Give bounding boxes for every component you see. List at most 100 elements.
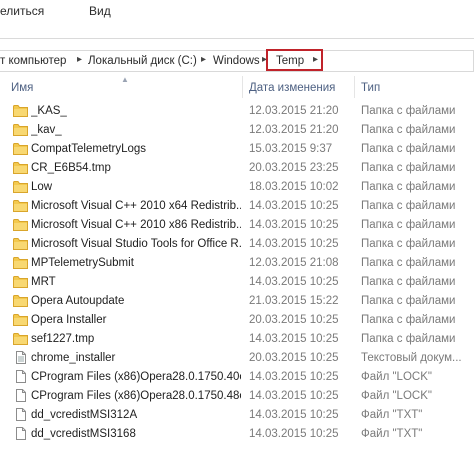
file-date: 14.03.2015 10:25 xyxy=(249,200,339,212)
file-row[interactable]: MPTelemetrySubmit 12.03.2015 21:08 Папка с… xyxy=(0,254,474,273)
file-row[interactable]: Microsoft Visual Studio Tools for Office… xyxy=(0,235,474,254)
file-name: MRT xyxy=(31,276,56,288)
file-date: 14.03.2015 10:25 xyxy=(249,238,339,250)
file-row[interactable]: Microsoft Visual C++ 2010 x86 Redistrib.… xyxy=(0,216,474,235)
folder-icon xyxy=(13,218,28,231)
breadcrumb-windows[interactable]: Windows xyxy=(213,55,260,67)
file-type: Папка с файлами xyxy=(361,238,456,250)
file-row[interactable]: sef1227.tmp 14.03.2015 10:25 Папка с файла… xyxy=(0,330,474,349)
file-date: 14.03.2015 10:25 xyxy=(249,428,339,440)
file-row[interactable]: chrome_installer 20.03.2015 10:25 Текстовы… xyxy=(0,349,474,368)
file-row[interactable]: dd_vcredistMSI3168 14.03.2015 10:25 Файл "… xyxy=(0,425,474,444)
folder-icon xyxy=(13,275,28,288)
file-date: 20.03.2015 10:25 xyxy=(249,352,339,364)
file-list: _KAS_ 12.03.2015 21:20 Папка с файлами _kav… xyxy=(0,102,474,444)
tab-view[interactable]: Вид xyxy=(89,4,111,18)
chevron-right-icon[interactable]: ▸ xyxy=(201,54,206,65)
file-icon xyxy=(13,370,28,383)
folder-icon xyxy=(13,199,28,212)
file-name: CProgram Files (x86)Opera28.0.1750.40op.… xyxy=(31,371,241,383)
column-divider[interactable] xyxy=(354,76,355,98)
file-name: _kav_ xyxy=(31,124,62,136)
file-row[interactable]: CProgram Files (x86)Opera28.0.1750.40op.… xyxy=(0,368,474,387)
file-type: Файл "TXT" xyxy=(361,409,423,421)
folder-icon xyxy=(13,332,28,345)
file-row[interactable]: MRT 14.03.2015 10:25 Папка с файлами xyxy=(0,273,474,292)
file-row[interactable]: _kav_ 12.03.2015 21:20 Папка с файлами xyxy=(0,121,474,140)
file-type: Папка с файлами xyxy=(361,219,456,231)
file-type: Файл "LOCK" xyxy=(361,390,432,402)
file-type: Папка с файлами xyxy=(361,295,456,307)
file-row[interactable]: _KAS_ 12.03.2015 21:20 Папка с файлами xyxy=(0,102,474,121)
breadcrumb-temp[interactable]: Temp xyxy=(276,55,304,67)
column-name[interactable]: Имя xyxy=(11,82,33,94)
file-type: Папка с файлами xyxy=(361,143,456,155)
file-name: Opera Autoupdate xyxy=(31,295,125,307)
file-date: 12.03.2015 21:08 xyxy=(249,257,339,269)
file-icon xyxy=(13,389,28,402)
file-date: 14.03.2015 10:25 xyxy=(249,276,339,288)
file-date: 12.03.2015 21:20 xyxy=(249,105,339,117)
file-row[interactable]: Opera Autoupdate 21.03.2015 15:22 Папка с … xyxy=(0,292,474,311)
file-type: Папка с файлами xyxy=(361,257,456,269)
file-type: Папка с файлами xyxy=(361,105,456,117)
folder-icon xyxy=(13,237,28,250)
file-type: Файл "TXT" xyxy=(361,428,423,440)
file-name: dd_vcredistMSI312A xyxy=(31,409,138,421)
file-date: 20.03.2015 23:25 xyxy=(249,162,339,174)
file-name: Low xyxy=(31,181,53,193)
file-date: 18.03.2015 10:02 xyxy=(249,181,339,193)
file-name: Microsoft Visual Studio Tools for Office… xyxy=(31,238,241,250)
file-row[interactable]: Low 18.03.2015 10:02 Папка с файлами xyxy=(0,178,474,197)
file-type: Папка с файлами xyxy=(361,276,456,288)
file-name: CProgram Files (x86)Opera28.0.1750.48op.… xyxy=(31,390,241,402)
tab-share[interactable]: елиться xyxy=(0,4,44,18)
file-name: Opera Installer xyxy=(31,314,107,326)
file-type: Папка с файлами xyxy=(361,314,456,326)
file-date: 14.03.2015 10:25 xyxy=(249,409,339,421)
file-date: 14.03.2015 10:25 xyxy=(249,333,339,345)
folder-icon xyxy=(13,180,28,193)
folder-icon xyxy=(13,123,28,136)
chevron-right-icon[interactable]: ▸ xyxy=(77,54,82,65)
file-name: dd_vcredistMSI3168 xyxy=(31,428,136,440)
file-icon xyxy=(13,427,28,440)
breadcrumb-local-disk[interactable]: Локальный диск (C:) xyxy=(88,55,197,67)
text-document-icon xyxy=(13,351,28,364)
file-name: MPTelemetrySubmit xyxy=(31,257,134,269)
file-type: Папка с файлами xyxy=(361,162,456,174)
file-type: Файл "LOCK" xyxy=(361,371,432,383)
file-name: CR_E6B54.tmp xyxy=(31,162,111,174)
folder-icon xyxy=(13,294,28,307)
column-divider[interactable] xyxy=(242,76,243,98)
file-date: 15.03.2015 9:37 xyxy=(249,143,333,155)
file-type: Папка с файлами xyxy=(361,200,456,212)
ribbon-tabs: елиться Вид xyxy=(0,0,474,39)
file-name: Microsoft Visual C++ 2010 x64 Redistrib.… xyxy=(31,200,241,212)
file-row[interactable]: dd_vcredistMSI312A 14.03.2015 10:25 Файл "… xyxy=(0,406,474,425)
chevron-right-icon[interactable]: ▸ xyxy=(313,54,318,65)
file-row[interactable]: Opera Installer 20.03.2015 10:25 Папка с ф… xyxy=(0,311,474,330)
file-date: 14.03.2015 10:25 xyxy=(249,371,339,383)
file-type: Папка с файлами xyxy=(361,333,456,345)
file-name: Microsoft Visual C++ 2010 x86 Redistrib.… xyxy=(31,219,241,231)
address-bar[interactable]: т компьютер ▸ Локальный диск (C:) ▸ Wind… xyxy=(0,44,474,76)
file-row[interactable]: Microsoft Visual C++ 2010 x64 Redistrib.… xyxy=(0,197,474,216)
file-type: Папка с файлами xyxy=(361,181,456,193)
folder-icon xyxy=(13,142,28,155)
breadcrumb[interactable]: т компьютер ▸ Локальный диск (C:) ▸ Wind… xyxy=(0,49,474,72)
column-date[interactable]: Дата изменения xyxy=(249,82,335,94)
file-type: Текстовый докум... xyxy=(361,352,462,364)
file-row[interactable]: CompatTelemetryLogs 15.03.2015 9:37 Папка … xyxy=(0,140,474,159)
folder-icon xyxy=(13,313,28,326)
file-row[interactable]: CR_E6B54.tmp 20.03.2015 23:25 Папка с файл… xyxy=(0,159,474,178)
file-date: 14.03.2015 10:25 xyxy=(249,390,339,402)
file-row[interactable]: CProgram Files (x86)Opera28.0.1750.48op.… xyxy=(0,387,474,406)
file-type: Папка с файлами xyxy=(361,124,456,136)
column-type[interactable]: Тип xyxy=(361,82,380,94)
file-date: 21.03.2015 15:22 xyxy=(249,295,339,307)
file-name: CompatTelemetryLogs xyxy=(31,143,147,155)
file-date: 12.03.2015 21:20 xyxy=(249,124,339,136)
breadcrumb-computer[interactable]: т компьютер xyxy=(0,55,66,67)
sort-ascending-icon: ▲ xyxy=(121,75,129,84)
